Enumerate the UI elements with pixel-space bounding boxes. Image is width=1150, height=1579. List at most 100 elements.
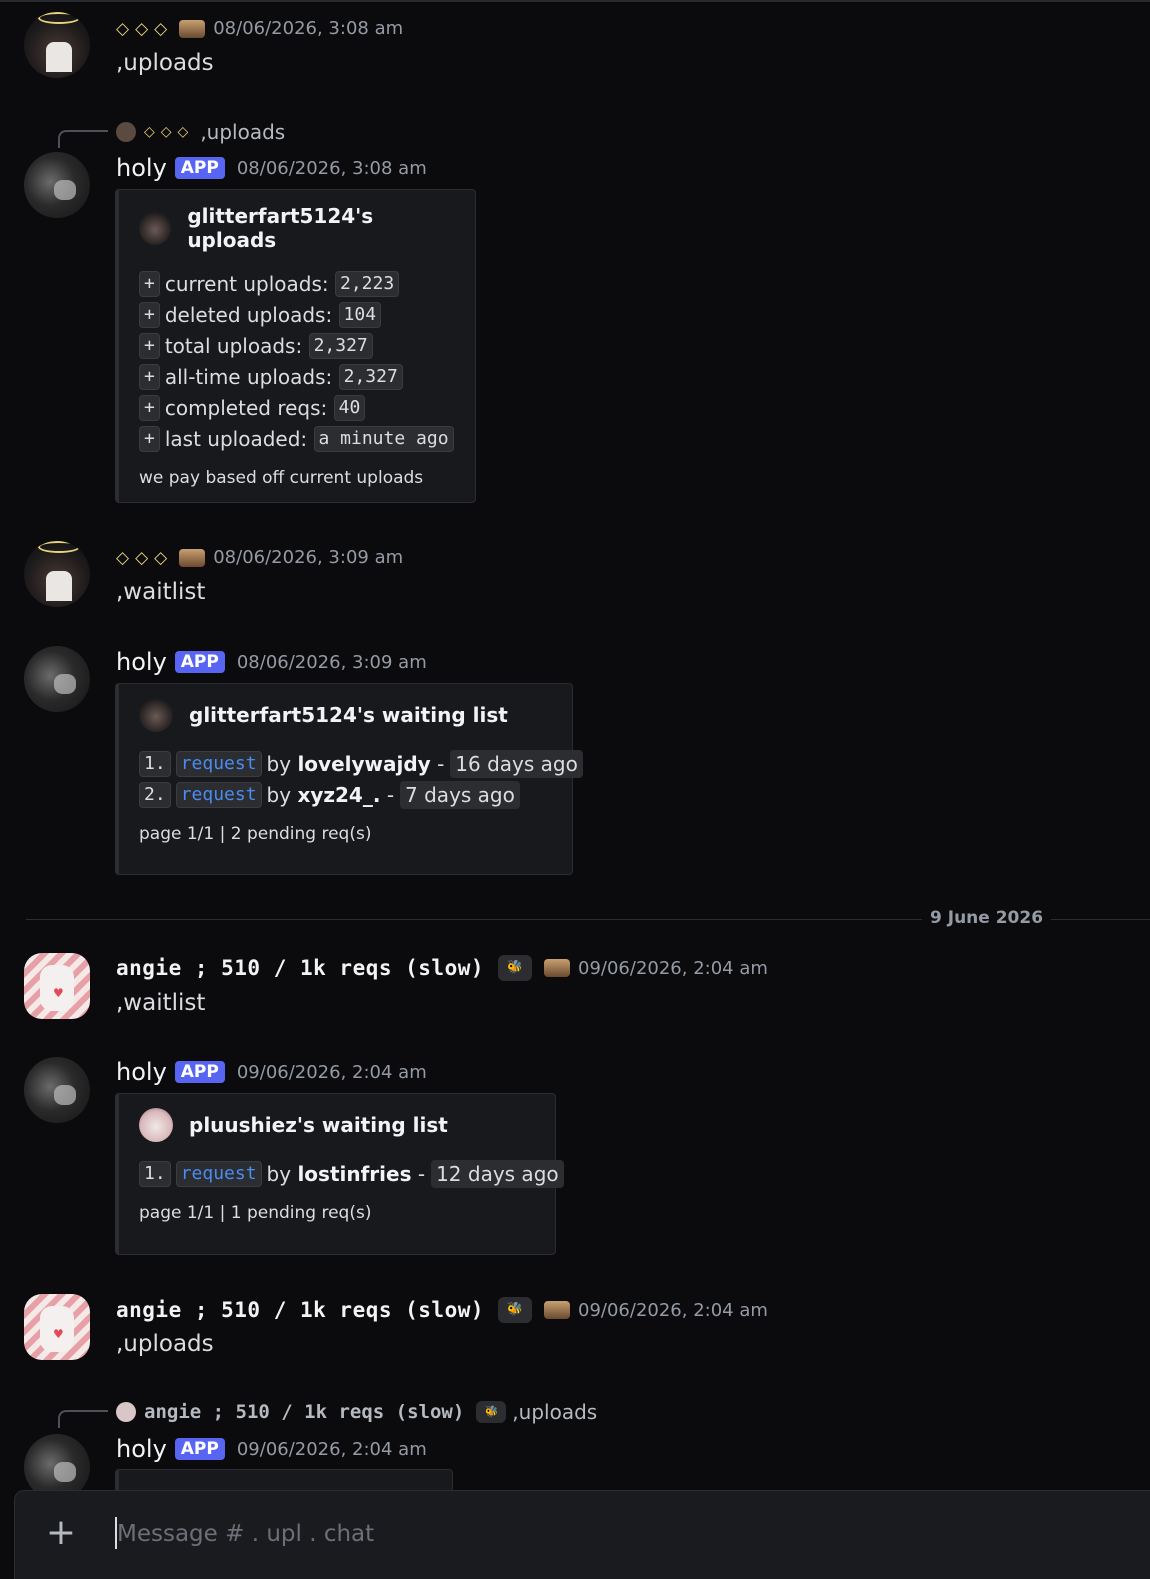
embed-card: glitterfart5124's uploads + current uploa…: [115, 189, 476, 503]
request-link[interactable]: request: [175, 750, 262, 777]
bee-badge-icon: 🐝: [498, 955, 533, 981]
avatar[interactable]: [24, 152, 90, 218]
timestamp: 09/06/2026, 2:04 am: [236, 1061, 427, 1083]
embed-card: glitterfart5124's waiting list 1. request…: [115, 683, 583, 875]
relative-time: 12 days ago: [431, 1159, 564, 1188]
by-label: by: [266, 751, 292, 776]
embed-avatar: [139, 211, 172, 245]
embed-title: glitterfart5124's uploads: [139, 204, 455, 252]
reply-preview[interactable]: angie ; 510 / 1k reqs (slow) 🐝 ,uploads: [58, 1396, 597, 1428]
heart-icon: ♥: [53, 986, 64, 1000]
list-item: 1. request by lostinfries -12 days ago: [139, 1158, 564, 1189]
request-link[interactable]: request: [175, 1160, 262, 1187]
request-link[interactable]: request: [175, 781, 262, 808]
reply-author: ◇◇◇: [144, 124, 195, 140]
app-badge: APP: [174, 157, 225, 179]
avatar[interactable]: ♥: [24, 953, 90, 1019]
plus-marker: +: [139, 363, 160, 390]
row-number: 2.: [139, 781, 171, 808]
avatar[interactable]: ♥: [24, 1294, 90, 1360]
plus-marker: +: [139, 425, 160, 452]
reply-spine: [58, 130, 108, 148]
separator: -: [386, 782, 395, 807]
avatar[interactable]: [24, 1057, 90, 1123]
plus-marker: +: [139, 394, 160, 421]
role-badge-icon: [179, 548, 206, 567]
message-text: ,uploads: [116, 1331, 214, 1357]
bee-badge-icon: 🐝: [476, 1401, 507, 1423]
plus-marker: +: [139, 332, 160, 359]
relative-time: 16 days ago: [450, 749, 583, 778]
by-label: by: [266, 1161, 292, 1186]
by-label: by: [266, 782, 292, 807]
avatar[interactable]: [24, 646, 90, 712]
timestamp: 08/06/2026, 3:08 am: [236, 157, 427, 179]
message-composer: +: [14, 1490, 1150, 1579]
row-label: total uploads:: [164, 333, 303, 358]
author-name[interactable]: holy: [116, 154, 167, 182]
plus-icon[interactable]: +: [41, 1513, 81, 1553]
timestamp: 08/06/2026, 3:09 am: [236, 651, 427, 673]
row-value: 2,327: [338, 363, 403, 390]
plus-marker: +: [139, 301, 160, 328]
timestamp: 09/06/2026, 2:04 am: [578, 1299, 768, 1321]
embed-avatar: [139, 698, 173, 732]
row-value: 2,223: [334, 270, 400, 297]
app-badge: APP: [174, 1061, 225, 1083]
row-label: current uploads:: [164, 271, 329, 296]
row-value: 40: [333, 394, 366, 421]
list-item: + all-time uploads: 2,327: [139, 361, 455, 392]
reply-text: ,uploads: [200, 120, 286, 144]
embed-title-text: pluushiez's waiting list: [189, 1113, 448, 1137]
list-item: + completed reqs: 40: [139, 392, 455, 423]
row-label: completed reqs:: [164, 395, 328, 420]
avatar[interactable]: [24, 12, 90, 78]
reply-avatar: [116, 122, 136, 142]
date-divider-label: 9 June 2026: [922, 908, 1052, 928]
row-value: 2,327: [308, 332, 373, 359]
message-text: ,waitlist: [116, 990, 206, 1016]
author-name[interactable]: ◇◇◇: [116, 19, 173, 39]
heart-icon: ♥: [53, 1327, 64, 1341]
embed-title-text: glitterfart5124's waiting list: [189, 703, 508, 727]
author-name[interactable]: ◇◇◇: [116, 548, 173, 568]
message-header: ◇◇◇ 08/06/2026, 3:09 am: [116, 547, 403, 568]
timestamp: 08/06/2026, 3:09 am: [213, 547, 404, 568]
reply-spine: [58, 1410, 108, 1428]
author-name[interactable]: angie ; 510 / 1k reqs (slow): [116, 956, 484, 980]
app-badge: APP: [174, 1438, 225, 1460]
separator: -: [417, 1161, 426, 1186]
timestamp: 08/06/2026, 3:08 am: [213, 18, 404, 39]
bee-badge-icon: 🐝: [498, 1297, 533, 1323]
list-item: + deleted uploads: 104: [139, 299, 455, 330]
row-value: 104: [338, 301, 382, 328]
timestamp: 09/06/2026, 2:04 am: [236, 1438, 427, 1460]
embed-footer: we pay based off current uploads: [139, 468, 424, 488]
row-value: a minute ago: [313, 425, 454, 452]
app-badge: APP: [174, 651, 225, 673]
message-header: holy APP 09/06/2026, 2:04 am: [116, 1435, 427, 1463]
row-label: all-time uploads:: [164, 364, 333, 389]
author-name[interactable]: holy: [116, 648, 167, 676]
avatar[interactable]: [24, 541, 90, 607]
message-header: holy APP 08/06/2026, 3:08 am: [116, 154, 427, 182]
message-header: holy APP 08/06/2026, 3:09 am: [116, 648, 427, 676]
top-border: [0, 0, 1150, 2]
embed-title: glitterfart5124's waiting list: [139, 698, 552, 732]
author-name[interactable]: angie ; 510 / 1k reqs (slow): [116, 1298, 484, 1322]
message-text: ,uploads: [116, 50, 214, 76]
reply-preview[interactable]: ◇◇◇ ,uploads: [58, 116, 285, 148]
embed-footer: page 1/1 | 1 pending req(s): [139, 1203, 372, 1223]
embed-title: pluushiez's waiting list: [139, 1108, 535, 1142]
list-item: + current uploads: 2,223: [139, 268, 455, 299]
list-item: + total uploads: 2,327: [139, 330, 455, 361]
plus-marker: +: [139, 270, 160, 297]
message-header: angie ; 510 / 1k reqs (slow) 🐝 09/06/202…: [116, 955, 768, 981]
role-badge-icon: [544, 959, 571, 977]
list-item: 1. request by lovelywajdy -16 days ago: [139, 748, 583, 779]
message-input[interactable]: [115, 1513, 719, 1555]
list-item: + last uploaded: a minute ago: [139, 423, 455, 454]
list-item: 2. request by xyz24_. -7 days ago: [139, 779, 552, 810]
author-name[interactable]: holy: [116, 1058, 167, 1086]
author-name[interactable]: holy: [116, 1435, 167, 1463]
